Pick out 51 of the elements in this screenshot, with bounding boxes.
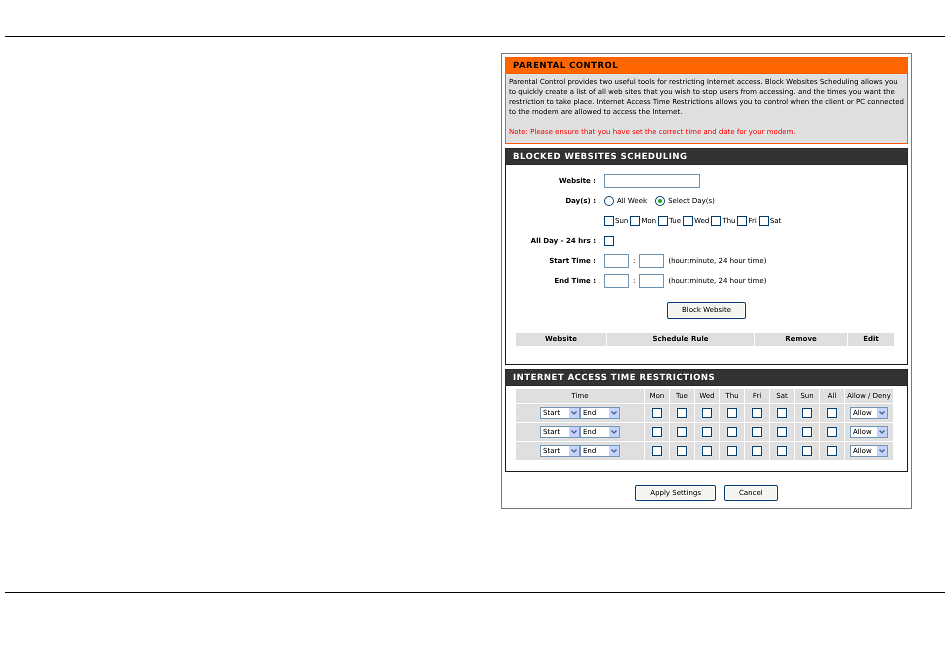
- checkbox[interactable]: [658, 216, 668, 226]
- checkbox[interactable]: [604, 216, 614, 226]
- website-field[interactable]: [604, 174, 700, 188]
- checkbox[interactable]: [711, 216, 722, 226]
- chevron-down-icon: [569, 408, 579, 418]
- checkbox[interactable]: [802, 446, 812, 456]
- time-field[interactable]: [639, 254, 664, 268]
- checkbox[interactable]: [727, 446, 737, 456]
- checkbox[interactable]: [683, 216, 694, 226]
- checkbox[interactable]: [702, 427, 712, 437]
- chevron-down-icon: [609, 446, 619, 456]
- chevron-down-icon: [877, 446, 887, 456]
- checkbox[interactable]: [752, 446, 762, 456]
- checkbox[interactable]: [827, 427, 837, 437]
- chevron-down-icon: [609, 427, 619, 437]
- checkbox[interactable]: [727, 408, 737, 418]
- checkbox[interactable]: [737, 216, 748, 226]
- checkbox[interactable]: [752, 427, 762, 437]
- chevron-down-icon: [877, 427, 887, 437]
- checkbox[interactable]: [604, 236, 614, 246]
- time-field[interactable]: [604, 274, 629, 288]
- checkbox[interactable]: [630, 216, 640, 226]
- section-header: BLOCKED WEBSITES SCHEDULING: [506, 149, 907, 165]
- time-field[interactable]: [604, 254, 629, 268]
- checkbox[interactable]: [652, 427, 662, 437]
- section-header: INTERNET ACCESS TIME RESTRICTIONS: [506, 370, 907, 386]
- checkbox[interactable]: [702, 446, 712, 456]
- checkbox[interactable]: [777, 446, 787, 456]
- checkbox[interactable]: [727, 427, 737, 437]
- checkbox[interactable]: [758, 216, 769, 226]
- checkbox[interactable]: [777, 427, 787, 437]
- checkbox[interactable]: [752, 408, 762, 418]
- checkbox[interactable]: [777, 408, 787, 418]
- chevron-down-icon: [609, 408, 619, 418]
- checkbox[interactable]: [827, 446, 837, 456]
- radio-button[interactable]: [655, 196, 666, 206]
- section-header: PARENTAL CONTROL: [506, 58, 907, 74]
- checkbox[interactable]: [702, 408, 712, 418]
- chevron-down-icon: [569, 446, 579, 456]
- chevron-down-icon: [877, 408, 887, 418]
- checkbox[interactable]: [802, 408, 812, 418]
- checkbox[interactable]: [652, 408, 662, 418]
- checkbox[interactable]: [677, 408, 687, 418]
- time-field[interactable]: [639, 274, 664, 288]
- chevron-down-icon: [569, 427, 579, 437]
- checkbox[interactable]: [827, 408, 837, 418]
- radio-button[interactable]: [604, 196, 614, 206]
- checkbox[interactable]: [802, 427, 812, 437]
- checkbox[interactable]: [677, 446, 687, 456]
- checkbox[interactable]: [677, 427, 687, 437]
- checkbox[interactable]: [652, 446, 662, 456]
